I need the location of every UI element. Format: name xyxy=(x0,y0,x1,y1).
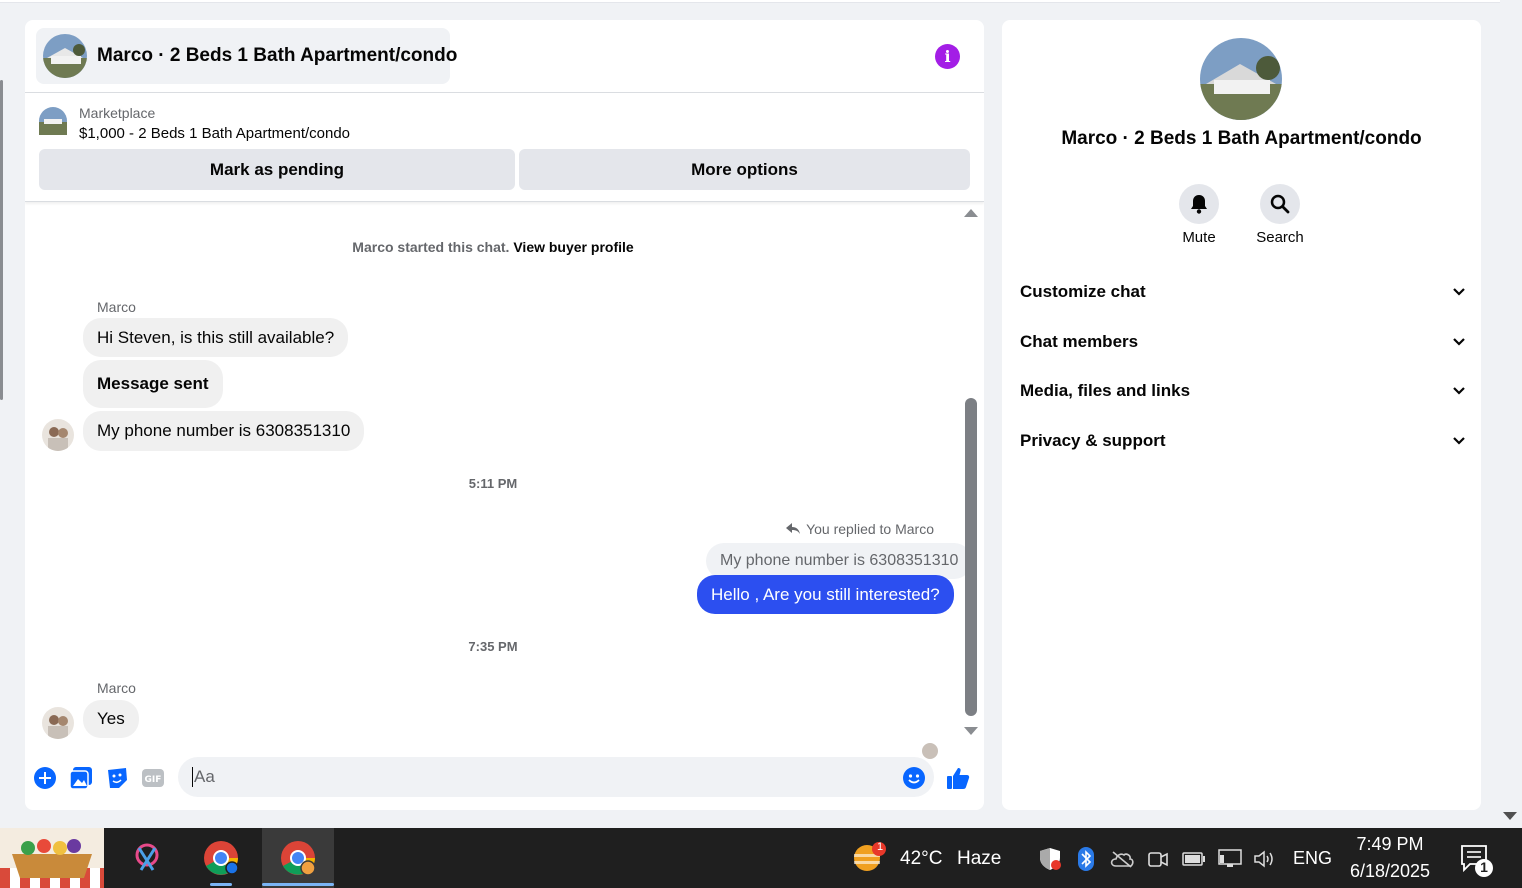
clock-date: 6/18/2025 xyxy=(1349,861,1431,881)
section-customize-chat[interactable]: Customize chat xyxy=(1020,276,1466,308)
message-bubble[interactable]: Hi Steven, is this still available? xyxy=(83,318,349,357)
battery-icon[interactable] xyxy=(1182,847,1206,871)
section-chat-members[interactable]: Chat members xyxy=(1020,326,1466,358)
text-caret xyxy=(192,767,193,787)
section-privacy-support[interactable]: Privacy & support xyxy=(1020,425,1466,457)
person-avatar-icon xyxy=(42,419,74,451)
browser-top-edge xyxy=(0,0,1500,3)
reply-indicator: You replied to Marco xyxy=(786,521,934,537)
clock-time: 7:49 PM xyxy=(1356,834,1424,854)
chevron-down-icon xyxy=(1453,387,1465,395)
thumbs-up-icon[interactable] xyxy=(946,766,970,790)
scroll-down-arrow[interactable] xyxy=(964,727,978,735)
svg-text:GIF: GIF xyxy=(145,775,162,785)
listing-price-title[interactable]: $1,000 - 2 Beds 1 Bath Apartment/condo xyxy=(79,125,350,142)
listing-avatar xyxy=(43,34,87,78)
system-clock[interactable]: 7:49 PM 6/18/2025 xyxy=(1340,834,1440,882)
message-bubble[interactable]: My phone number is 6308351310 xyxy=(83,411,365,451)
listing-source-label: Marketplace xyxy=(79,105,156,121)
search-button[interactable] xyxy=(1260,184,1300,224)
chevron-down-icon xyxy=(1453,338,1465,346)
more-options-button[interactable]: More options xyxy=(519,149,970,190)
message-sender: Marco xyxy=(97,299,136,315)
meet-camera-icon[interactable] xyxy=(1146,847,1170,871)
listing-summary: Marketplace $1,000 - 2 Beds 1 Bath Apart… xyxy=(25,94,984,202)
notification-count: 1 xyxy=(1480,859,1488,875)
sticker-icon[interactable] xyxy=(105,766,129,790)
message-bubble[interactable]: Yes xyxy=(83,700,139,738)
mute-button[interactable] xyxy=(1179,184,1219,224)
listing-thumbnail[interactable] xyxy=(39,107,67,140)
mute-label: Mute xyxy=(1182,229,1216,246)
weather-badge: 1 xyxy=(876,841,884,853)
language-indicator[interactable]: ENG xyxy=(1293,848,1332,869)
outgoing-message-bubble[interactable]: Hello , Are you still interested? xyxy=(697,575,954,614)
emoji-icon[interactable] xyxy=(902,766,926,790)
chat-header: Marco · 2 Beds 1 Bath Apartment/condo i xyxy=(25,20,984,93)
house-thumb-icon xyxy=(39,107,67,135)
scroll-up-arrow[interactable] xyxy=(964,209,978,217)
chat-panel: Marco · 2 Beds 1 Bath Apartment/condo i … xyxy=(25,20,984,810)
chat-start-notice: Marco started this chat. View buyer prof… xyxy=(25,239,961,255)
chat-info-panel: Marco · 2 Beds 1 Bath Apartment/condo Mu… xyxy=(1002,20,1481,810)
picnic-basket-app-icon[interactable] xyxy=(0,828,104,888)
person-avatar-icon xyxy=(42,707,74,739)
left-scrollbar-edge[interactable] xyxy=(0,80,3,400)
message-scrollbar[interactable] xyxy=(962,203,978,743)
section-label: Customize chat xyxy=(1020,282,1146,301)
message-sender: Marco xyxy=(97,680,136,696)
page-scroll-down-arrow[interactable] xyxy=(1503,812,1517,820)
chrome-icon[interactable] xyxy=(190,828,252,888)
network-icon[interactable] xyxy=(1218,847,1242,871)
volume-icon[interactable] xyxy=(1253,847,1277,871)
snipping-tool-icon[interactable] xyxy=(117,828,177,888)
house-photo-icon xyxy=(43,34,87,78)
chrome-profile-icon[interactable] xyxy=(262,828,334,888)
view-buyer-profile-link[interactable]: View buyer profile xyxy=(513,239,633,255)
mark-pending-button[interactable]: Mark as pending xyxy=(39,149,515,190)
onedrive-cloud-icon[interactable] xyxy=(1110,847,1134,871)
info-icon[interactable]: i xyxy=(935,44,960,69)
photo-gallery-icon[interactable] xyxy=(69,766,93,790)
bell-icon xyxy=(1191,195,1207,214)
chat-title: Marco · 2 Beds 1 Bath Apartment/condo xyxy=(97,45,458,66)
section-media-files-links[interactable]: Media, files and links xyxy=(1020,375,1466,407)
chevron-down-icon xyxy=(1453,437,1465,445)
weather-temperature[interactable]: 42°C xyxy=(900,848,942,870)
reply-label: You replied to Marco xyxy=(806,521,934,537)
plus-circle-icon[interactable] xyxy=(33,766,57,790)
section-label: Chat members xyxy=(1020,332,1139,351)
scrollbar-thumb[interactable] xyxy=(965,398,977,716)
gif-icon[interactable]: GIF xyxy=(141,766,165,790)
weather-description[interactable]: Haze xyxy=(957,848,1001,870)
side-chat-title: Marco · 2 Beds 1 Bath Apartment/condo xyxy=(1061,128,1422,149)
search-label: Search xyxy=(1256,229,1304,246)
message-input-placeholder: Aa xyxy=(194,767,215,786)
app-active-indicator xyxy=(262,883,334,886)
search-icon xyxy=(1270,194,1290,214)
chat-title-button[interactable]: Marco · 2 Beds 1 Bath Apartment/condo xyxy=(36,28,457,84)
timestamp: 7:35 PM xyxy=(468,639,518,654)
section-label: Privacy & support xyxy=(1020,431,1166,450)
chat-start-text: Marco started this chat. xyxy=(352,239,510,255)
message-list: Marco started this chat. View buyer prof… xyxy=(25,203,984,759)
windows-taskbar: 1 42°C Haze ENG 7:49 PM 6/18/2025 1 xyxy=(0,828,1522,888)
app-running-indicator xyxy=(210,883,232,886)
house-photo-icon xyxy=(1200,38,1282,120)
chevron-down-icon xyxy=(1453,288,1465,296)
message-bubble[interactable]: Message sent xyxy=(83,360,223,408)
avatar[interactable] xyxy=(42,707,74,739)
reply-arrow-icon xyxy=(786,523,801,534)
timestamp: 5:11 PM xyxy=(468,476,518,491)
security-shield-icon[interactable] xyxy=(1038,847,1062,871)
message-input[interactable]: Aa xyxy=(178,757,934,797)
side-listing-avatar[interactable] xyxy=(1200,38,1282,120)
message-composer: GIF Aa xyxy=(25,755,984,801)
bluetooth-icon[interactable] xyxy=(1074,847,1098,871)
avatar[interactable] xyxy=(42,419,74,451)
section-label: Media, files and links xyxy=(1020,381,1191,400)
quoted-message[interactable]: My phone number is 6308351310 xyxy=(706,543,973,579)
